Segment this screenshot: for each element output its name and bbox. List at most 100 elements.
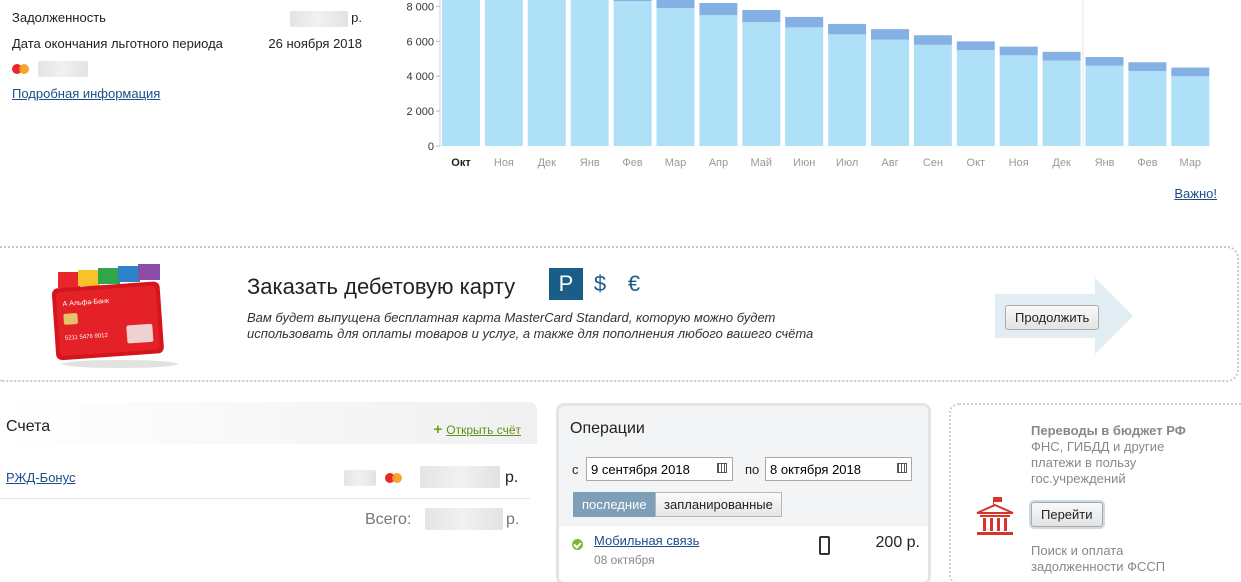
bar-top: [613, 0, 652, 2]
mastercard-icon: [385, 472, 405, 484]
calendar-icon[interactable]: [897, 463, 907, 473]
tab-scheduled[interactable]: запланированные: [655, 492, 782, 517]
debit-card-promo: А Альфа-Банк 5211 5476 9012 Заказать деб…: [0, 246, 1239, 382]
important-link[interactable]: Важно!: [1174, 186, 1217, 201]
x-tick-label: Окт: [451, 157, 471, 169]
budget-title: Переводы в бюджет РФ: [1031, 423, 1186, 438]
x-tick-label: Фев: [1137, 157, 1157, 169]
debt-currency: р.: [351, 10, 362, 25]
to-label: по: [745, 462, 760, 477]
bar-top: [699, 2, 738, 16]
y-tick-label: 4 000: [406, 71, 434, 83]
details-row: Подробная информация: [12, 86, 367, 104]
x-tick-label: Ноя: [494, 157, 514, 169]
bar-base: [1128, 71, 1167, 146]
promo-title: Заказать дебетовую карту: [247, 274, 516, 299]
x-tick-label: Мар: [665, 157, 687, 169]
x-tick-label: Сен: [923, 157, 943, 169]
operation-link-mobile[interactable]: Мобильная связь: [594, 533, 699, 548]
tab-recent[interactable]: последние: [573, 492, 656, 517]
x-tick-label: Июл: [836, 157, 858, 169]
x-tick-label: Дек: [538, 157, 557, 169]
bar-base: [1085, 65, 1124, 146]
promo-description-line2: использовать для оплаты товаров и услуг,…: [247, 326, 814, 341]
open-account-link[interactable]: + Открыть счёт: [433, 421, 521, 438]
bar-base: [871, 39, 909, 146]
bar-top: [828, 23, 867, 35]
x-tick-label: Янв: [580, 157, 600, 169]
debt-row: Задолженность р.: [12, 10, 367, 28]
operations-list: Мобильная связь 08 октября 200 р.: [559, 526, 928, 582]
bar-base: [484, 0, 523, 146]
operations-title: Операции: [570, 420, 645, 437]
account-link-rzd-bonus[interactable]: РЖД-Бонус: [6, 470, 75, 485]
budget-transfers-panel: Переводы в бюджет РФ ФНС, ГИБДД и другие…: [949, 403, 1241, 582]
bar-base: [613, 1, 652, 146]
card-row: [12, 60, 367, 78]
y-tick-label: 0: [428, 141, 434, 153]
account-number-blurred: [344, 470, 376, 486]
x-tick-label: Апр: [709, 157, 728, 169]
bar-base: [442, 0, 480, 146]
bar-top: [785, 16, 824, 28]
to-date-input[interactable]: [765, 457, 912, 481]
accounts-panel: Счета + Открыть счёт РЖД-Бонус р. Всего: …: [0, 402, 537, 582]
bar-base: [956, 50, 995, 147]
budget-description: ФНС, ГИБДД и другие платежи в пользу гос…: [1031, 439, 1165, 486]
debt-value: р.: [289, 10, 362, 27]
y-tick-label: 6 000: [406, 36, 434, 48]
promo-description: Вам будет выпущена бесплатная карта Mast…: [247, 310, 887, 342]
accounts-title: Счета: [6, 418, 51, 435]
bar-base: [1042, 60, 1081, 147]
fssp-search-text[interactable]: Поиск и оплата задолженности ФССП: [1031, 543, 1211, 575]
currency-rub-button[interactable]: Р: [549, 268, 583, 300]
total-balance-blurred: [425, 508, 503, 530]
bar-base: [570, 0, 609, 146]
debit-card-image: А Альфа-Банк 5211 5476 9012: [51, 264, 178, 368]
bar-base: [785, 27, 824, 147]
x-tick-label: Июн: [793, 157, 815, 169]
bar-top: [999, 46, 1038, 56]
bar-top: [1128, 62, 1167, 71]
calendar-icon[interactable]: [717, 463, 727, 473]
operations-panel: Операции с по последние запланированные …: [556, 403, 931, 582]
debt-chart-svg: 0 2 000 4 000 6 000 8 000 Окт Ноя Дек Янв Фев Мар А…: [406, 0, 1210, 169]
bar-base: [527, 0, 566, 146]
promo-description-line1: Вам будет выпущена бесплатная карта Mast…: [247, 310, 776, 325]
grace-value: 26 ноября 2018: [268, 36, 362, 51]
mastercard-icon: [12, 63, 32, 75]
bar-top: [1085, 57, 1124, 66]
currency-usd-button[interactable]: $: [583, 268, 617, 300]
continue-button[interactable]: Продолжить: [1005, 305, 1100, 330]
x-tick-label: Авг: [881, 157, 898, 169]
bar-top: [1042, 51, 1081, 61]
y-tick-label: 2 000: [406, 106, 434, 118]
check-icon: [572, 539, 583, 550]
grace-row: Дата окончания льготного периода 26 нояб…: [12, 36, 367, 54]
debt-label: Задолженность: [12, 10, 106, 25]
bar-base: [999, 55, 1038, 147]
x-tick-label: Янв: [1095, 157, 1115, 169]
total-currency: р.: [506, 511, 520, 528]
from-date-input[interactable]: [586, 457, 733, 481]
details-link[interactable]: Подробная информация: [12, 86, 160, 101]
plus-icon: +: [433, 421, 443, 438]
go-button[interactable]: Перейти: [1031, 502, 1103, 527]
bar-base: [1171, 76, 1210, 146]
x-tick-label: Май: [751, 157, 773, 169]
bar-top: [1171, 67, 1210, 77]
bar-base: [913, 44, 952, 147]
bar-top: [913, 35, 952, 45]
account-balance-blurred: [420, 466, 500, 488]
currency-eur-button[interactable]: €: [617, 268, 651, 300]
card-number-blurred: [37, 60, 88, 77]
y-tick-label: 8 000: [406, 1, 434, 13]
accounts-header: Счета + Открыть счёт: [0, 402, 537, 444]
x-tick-label: Окт: [967, 157, 986, 169]
bar-top: [956, 41, 995, 51]
x-tick-label: Фев: [622, 157, 642, 169]
bar-top: [742, 9, 781, 23]
x-tick-label: Мар: [1180, 157, 1202, 169]
bar-base: [828, 34, 867, 146]
operation-date: 08 октября: [594, 553, 655, 567]
